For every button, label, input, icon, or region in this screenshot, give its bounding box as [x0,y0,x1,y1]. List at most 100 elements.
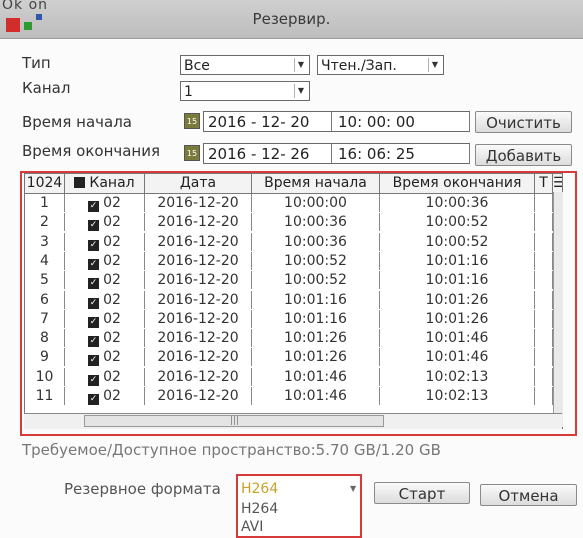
row-checkbox[interactable]: ✓ [88,220,100,232]
cell-end-time: 10:01:16 [380,271,535,290]
cell-date: 2016-12-20 [145,290,252,309]
channel-value: 02 [103,272,121,289]
table-row[interactable]: 5 ✓ 02 2016-12-20 10:00:52 10:01:16 [25,271,562,290]
cancel-button[interactable]: Отмена [480,484,577,506]
column-header-start-time[interactable]: Время начала [252,174,380,193]
table-row[interactable]: 2 ✓ 02 2016-12-20 10:00:36 10:00:52 [25,213,562,232]
cell-type [535,367,553,386]
channel-value: 02 [103,310,121,327]
table-row[interactable]: 4 ✓ 02 2016-12-20 10:00:52 10:01:16 [25,251,562,270]
format-option-h264[interactable]: H264 [241,501,278,517]
start-time[interactable]: 10: 00: 00 [338,112,415,133]
cell-channel[interactable]: ✓ 02 [65,213,145,232]
row-checkbox[interactable]: ✓ [88,374,100,386]
calendar-icon[interactable]: 15 [184,145,200,161]
end-time-label: Время окончания [22,142,161,160]
cell-index: 8 [25,329,65,348]
row-checkbox[interactable]: ✓ [88,355,100,367]
cell-end-time: 10:00:36 [380,194,535,212]
cell-start-time: 10:01:16 [252,309,380,328]
table-row[interactable]: 11 ✓ 02 2016-12-20 10:01:46 10:02:13 [25,387,562,405]
start-button[interactable]: Старт [374,482,470,504]
cell-end-time: 10:00:52 [380,213,535,232]
cell-channel[interactable]: ✓ 02 [65,194,145,212]
column-header-type[interactable]: T [535,174,553,193]
row-checkbox[interactable]: ✓ [88,316,100,328]
cell-date: 2016-12-20 [145,329,252,348]
channel-value: 02 [103,388,121,404]
row-checkbox[interactable]: ✓ [88,394,100,405]
end-datetime-field[interactable]: 2016 - 12- 26 16: 06: 25 [203,143,470,164]
column-header-channel[interactable]: Канал [65,174,145,193]
format-option-avi[interactable]: AVI [241,519,263,535]
start-datetime-field[interactable]: 2016 - 12- 20 10: 00: 00 [203,111,470,132]
column-header-index[interactable]: 1024 [25,174,65,193]
channel-value: 02 [103,214,121,231]
cell-type [535,387,553,405]
cell-date: 2016-12-20 [145,213,252,232]
start-date[interactable]: 2016 - 12- 20 [208,112,309,133]
end-date[interactable]: 2016 - 12- 26 [208,144,309,165]
cell-channel[interactable]: ✓ 02 [65,271,145,290]
table-row[interactable]: 7 ✓ 02 2016-12-20 10:01:16 10:01:26 [25,309,562,328]
cell-channel[interactable]: ✓ 02 [65,348,145,367]
select-all-checkbox[interactable] [74,177,86,188]
table-row[interactable]: 8 ✓ 02 2016-12-20 10:01:26 10:01:46 [25,329,562,348]
cell-channel[interactable]: ✓ 02 [65,290,145,309]
format-selected-value[interactable]: H264 [241,481,278,497]
cell-channel[interactable]: ✓ 02 [65,387,145,405]
row-checkbox[interactable]: ✓ [88,258,100,270]
cell-start-time: 10:00:00 [252,194,380,212]
chevron-down-icon[interactable]: ▼ [350,484,356,493]
cell-channel[interactable]: ✓ 02 [65,367,145,386]
cell-index: 6 [25,290,65,309]
table-row[interactable]: 6 ✓ 02 2016-12-20 10:01:16 10:01:26 [25,290,562,309]
channel-value: 02 [103,195,121,211]
cell-channel[interactable]: ✓ 02 [65,251,145,270]
cell-date: 2016-12-20 [145,232,252,251]
add-button[interactable]: Добавить [475,144,572,166]
end-time[interactable]: 16: 06: 25 [338,144,415,165]
cell-channel[interactable]: ✓ 02 [65,232,145,251]
cell-channel[interactable]: ✓ 02 [65,309,145,328]
cell-index: 11 [25,387,65,405]
cell-end-time: 10:01:46 [380,348,535,367]
clear-button[interactable]: Очистить [475,111,572,133]
cell-date: 2016-12-20 [145,309,252,328]
table-row[interactable]: 1 ✓ 02 2016-12-20 10:00:00 10:00:36 [25,194,562,212]
scrollbar-thumb[interactable]: ||| [84,415,384,427]
row-checkbox[interactable]: ✓ [88,336,100,348]
column-header-end-time[interactable]: Время окончания [380,174,535,193]
channel-value: 02 [103,368,121,385]
mode-select[interactable]: Чтен./Зап. ▼ [317,55,444,75]
cell-date: 2016-12-20 [145,194,252,212]
column-menu-icon[interactable]: ☰ [553,174,562,193]
chevron-down-icon: ▼ [294,84,307,98]
channel-select-value: 1 [184,84,193,100]
row-checkbox[interactable]: ✓ [88,297,100,309]
column-header-date[interactable]: Дата [145,174,252,193]
table-row[interactable]: 10 ✓ 02 2016-12-20 10:01:46 10:02:13 [25,367,562,386]
cell-end-time: 10:00:52 [380,232,535,251]
channel-label: Канал [22,79,71,97]
table-row[interactable]: 9 ✓ 02 2016-12-20 10:01:26 10:01:46 [25,348,562,367]
cell-index: 9 [25,348,65,367]
cell-end-time: 10:02:13 [380,367,535,386]
cell-start-time: 10:01:46 [252,367,380,386]
cell-end-time: 10:01:26 [380,290,535,309]
vertical-scrollbar[interactable] [553,192,563,427]
cell-channel[interactable]: ✓ 02 [65,329,145,348]
channel-select[interactable]: 1 ▼ [180,81,310,101]
channel-value: 02 [103,349,121,366]
cell-date: 2016-12-20 [145,387,252,405]
horizontal-scrollbar[interactable]: ||| [24,413,562,429]
cell-date: 2016-12-20 [145,271,252,290]
row-checkbox[interactable]: ✓ [88,239,100,251]
cell-date: 2016-12-20 [145,348,252,367]
table-row[interactable]: 3 ✓ 02 2016-12-20 10:00:36 10:00:52 [25,232,562,251]
row-checkbox[interactable]: ✓ [88,278,100,290]
row-checkbox[interactable]: ✓ [88,201,100,212]
calendar-icon[interactable]: 15 [184,113,200,129]
cell-end-time: 10:02:13 [380,387,535,405]
type-select[interactable]: Все ▼ [180,55,310,75]
